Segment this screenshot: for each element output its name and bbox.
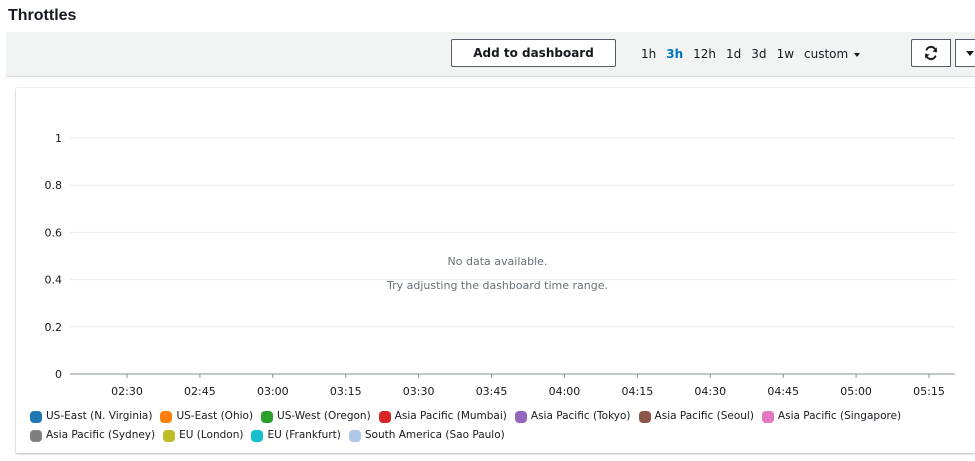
legend-label: US-West (Oregon): [277, 410, 371, 422]
legend-swatch: [30, 429, 42, 442]
legend-item[interactable]: Asia Pacific (Tokyo): [514, 407, 631, 426]
legend-label: Asia Pacific (Tokyo): [530, 410, 631, 422]
y-tick-label: 0.2: [45, 321, 63, 334]
legend-label: US-East (Ohio): [176, 410, 254, 422]
legend-swatch: [251, 429, 264, 442]
legend-row: US-East (N. Virginia) US-East (Ohio) US-We…: [30, 407, 970, 426]
legend-item[interactable]: EU (Frankfurt): [251, 426, 341, 445]
legend-swatch: [261, 410, 274, 423]
throttles-chart: 0 0.2 0.4 0.6 0.8 1 02:30 02:45 03:00 03:15 03:30 0…: [45, 132, 955, 398]
legend-label: US-East (N. Virginia): [46, 410, 153, 422]
legend-label: Asia Pacific (Singapore): [777, 410, 902, 422]
y-tick-label: 0.8: [45, 179, 63, 192]
legend-label: Asia Pacific (Mumbai): [394, 410, 507, 422]
x-tick-label: 02:45: [184, 385, 216, 398]
legend-item[interactable]: US-East (N. Virginia): [30, 407, 152, 426]
x-tick-label: 02:30: [111, 385, 143, 398]
legend-item[interactable]: US-East (Ohio): [160, 407, 253, 426]
legend-item[interactable]: US-West (Oregon): [261, 407, 371, 426]
legend-item[interactable]: EU (London): [163, 426, 243, 445]
x-tick-label: 04:45: [767, 385, 799, 398]
chart-legend: US-East (N. Virginia) US-East (Ohio) US-We…: [30, 407, 970, 445]
legend-swatch: [514, 410, 527, 423]
legend-label: Asia Pacific (Sydney): [46, 429, 156, 441]
no-data-message: No data available.: [448, 255, 548, 268]
x-tick-label: 03:30: [403, 385, 435, 398]
legend-label: South America (Sao Paulo): [364, 429, 505, 441]
legend-item[interactable]: Asia Pacific (Sydney): [30, 426, 155, 445]
legend-label: EU (London): [179, 429, 244, 441]
x-tick-label: 04:15: [622, 385, 654, 398]
y-tick-label: 0.6: [45, 226, 63, 239]
legend-item[interactable]: Asia Pacific (Seoul): [638, 407, 754, 426]
x-tick-label: 04:00: [549, 385, 581, 398]
x-tick-label: 04:30: [694, 385, 726, 398]
y-tick-label: 0: [55, 368, 62, 381]
x-tick-label: 03:00: [257, 385, 289, 398]
legend-swatch: [160, 410, 173, 423]
legend-row: Asia Pacific (Sydney) EU (London) EU (Fran…: [30, 426, 970, 445]
x-tick-label: 03:15: [330, 385, 362, 398]
x-tick-label: 03:45: [476, 385, 508, 398]
y-tick-label: 1: [55, 132, 62, 145]
legend-swatch: [348, 429, 361, 442]
legend-label: Asia Pacific (Seoul): [654, 410, 754, 422]
legend-swatch: [378, 410, 391, 423]
legend-swatch: [30, 410, 42, 423]
legend-swatch: [761, 410, 774, 423]
legend-item[interactable]: Asia Pacific (Mumbai): [378, 407, 507, 426]
legend-item[interactable]: Asia Pacific (Singapore): [761, 407, 902, 426]
no-data-hint: Try adjusting the dashboard time range.: [386, 279, 608, 292]
legend-swatch: [163, 429, 176, 442]
legend-label: EU (Frankfurt): [267, 429, 341, 441]
x-tick-label: 05:00: [840, 385, 872, 398]
y-tick-label: 0.4: [45, 274, 63, 287]
legend-swatch: [638, 410, 651, 423]
x-tick-label: 05:15: [913, 385, 945, 398]
legend-item[interactable]: South America (Sao Paulo): [348, 426, 505, 445]
